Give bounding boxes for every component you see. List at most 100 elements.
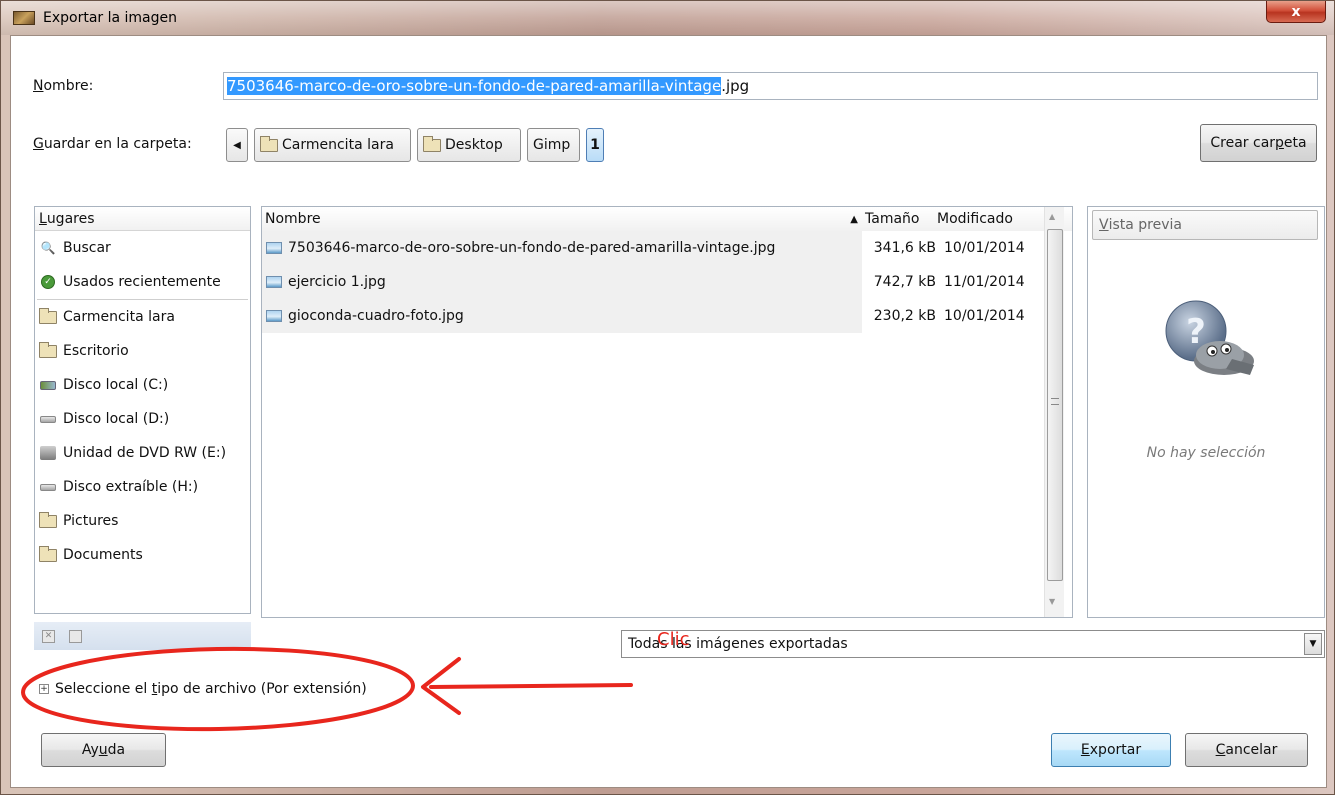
remove-bookmark-icon[interactable] (69, 629, 82, 643)
file-filter-select[interactable]: Todas las imágenes exportadas ▼ (621, 630, 1325, 658)
place-item-recent[interactable]: ✓ Usados recientemente (35, 265, 250, 299)
file-name: ejercicio 1.jpg (288, 274, 386, 290)
breadcrumb-label: Carmencita lara (282, 137, 394, 153)
save-folder-label-rest: uardar en la carpeta: (43, 136, 192, 152)
place-label: Disco local (D:) (63, 411, 170, 427)
create-folder-mnemonic: p (1275, 135, 1284, 151)
file-row[interactable]: 7503646-marco-de-oro-sobre-un-fondo-de-p… (262, 231, 1072, 265)
place-item-extraible-h[interactable]: Disco extraíble (H:) (35, 470, 250, 504)
place-item-documents[interactable]: Documents (35, 538, 250, 572)
folder-icon (260, 135, 278, 152)
column-size-label: Tamaño (865, 211, 920, 227)
expander-label-b: ipo de archivo (Por extensión) (157, 681, 367, 697)
place-item-pictures[interactable]: Pictures (35, 504, 250, 538)
dropdown-arrow-icon[interactable]: ▼ (1304, 633, 1322, 655)
file-row[interactable]: gioconda-cuadro-foto.jpg 230,2 kB 10/01/… (262, 299, 1072, 333)
help-label-a: Ay (81, 742, 99, 758)
preview-mnemonic: V (1099, 217, 1109, 233)
scroll-down-icon[interactable]: ▼ (1049, 597, 1055, 606)
place-item-escritorio[interactable]: Escritorio (35, 334, 250, 368)
place-item-carmencita[interactable]: Carmencita lara (35, 300, 250, 334)
place-label: Carmencita lara (63, 309, 175, 325)
breadcrumb-label: Desktop (445, 137, 503, 153)
scrollbar-thumb[interactable] (1047, 229, 1063, 581)
place-label: Disco extraíble (H:) (63, 479, 199, 495)
file-type-expander-label: Seleccione el tipo de archivo (Por exten… (55, 681, 367, 697)
image-file-icon (266, 276, 282, 288)
expander-label-a: Seleccione el (55, 681, 152, 697)
column-header-modified[interactable]: Modificado (934, 207, 1042, 231)
name-label: Nombre: (33, 78, 93, 94)
add-bookmark-icon[interactable]: ✕ (42, 629, 55, 643)
scroll-up-icon[interactable]: ▲ (1049, 212, 1055, 221)
column-modified-label: Modificado (937, 211, 1013, 227)
recent-icon: ✓ (39, 275, 57, 289)
help-label-b: da (107, 742, 126, 758)
window-title: Exportar la imagen (43, 10, 178, 26)
place-label: Buscar (63, 240, 111, 256)
export-dialog: Exportar la imagen x Nombre: 7503646-mar… (0, 0, 1335, 795)
place-item-buscar[interactable]: 🔍 Buscar (35, 231, 250, 265)
place-item-dvd-e[interactable]: Unidad de DVD RW (E:) (35, 436, 250, 470)
preview-toggle[interactable]: Vista previa (1092, 210, 1318, 240)
cancel-button[interactable]: Cancelar (1185, 733, 1308, 767)
breadcrumb-carmencita[interactable]: Carmencita lara (254, 128, 411, 162)
folder-icon (423, 135, 441, 152)
place-label: Disco local (C:) (63, 377, 169, 393)
save-folder-mnemonic: G (33, 136, 44, 152)
no-selection-text: No hay selección (1146, 445, 1266, 461)
column-header-size[interactable]: Tamaño (862, 207, 934, 231)
file-type-expander[interactable]: + Seleccione el tipo de archivo (Por ext… (39, 681, 367, 697)
create-folder-button[interactable]: Crear carpeta (1200, 124, 1317, 162)
cancel-mnemonic: C (1215, 742, 1226, 758)
file-size: 742,7 kB (873, 274, 936, 290)
image-file-icon (266, 310, 282, 322)
file-name: gioconda-cuadro-foto.jpg (288, 308, 464, 324)
file-row[interactable]: ejercicio 1.jpg 742,7 kB 11/01/2014 (262, 265, 1072, 299)
close-button[interactable]: x (1266, 1, 1326, 23)
search-icon: 🔍 (40, 241, 56, 255)
export-mnemonic: E (1080, 742, 1090, 758)
place-item-disco-d[interactable]: Disco local (D:) (35, 402, 250, 436)
folder-icon (39, 341, 57, 358)
cancel-label: ancelar (1225, 742, 1278, 758)
preview-title-label: ista previa (1108, 217, 1182, 233)
drive-icon (39, 480, 57, 494)
dvd-icon (39, 446, 57, 460)
column-header-name[interactable]: Nombre ▲ (262, 207, 862, 231)
file-modified: 11/01/2014 (944, 274, 1025, 290)
filename-selected-text: 7503646-marco-de-oro-sobre-un-fondo-de-p… (227, 77, 722, 95)
breadcrumb-current-folder[interactable]: 1 (586, 128, 604, 162)
create-folder-label: Crear carpeta (1210, 135, 1306, 151)
chevron-left-icon: ◀ (233, 139, 241, 151)
annotation-clic-label: Clic (657, 629, 690, 650)
filename-input[interactable]: 7503646-marco-de-oro-sobre-un-fondo-de-p… (223, 72, 1318, 100)
folder-icon (39, 545, 57, 562)
file-modified: 10/01/2014 (944, 240, 1025, 256)
breadcrumb-back-button[interactable]: ◀ (226, 128, 248, 162)
places-header[interactable]: Lugares (35, 207, 250, 231)
file-name-cell: ejercicio 1.jpg (262, 265, 862, 299)
name-label-mnemonic: N (33, 78, 44, 94)
dialog-client: Nombre: 7503646-marco-de-oro-sobre-un-fo… (10, 35, 1327, 788)
breadcrumb-desktop[interactable]: Desktop (417, 128, 521, 162)
breadcrumb-gimp[interactable]: Gimp (527, 128, 580, 162)
place-label: Escritorio (63, 343, 129, 359)
file-size: 341,6 kB (873, 240, 936, 256)
folder-icon (39, 307, 57, 324)
place-label: Usados recientemente (63, 274, 221, 290)
create-folder-label-b: eta (1283, 135, 1307, 151)
places-header-label: ugares (46, 210, 95, 227)
create-folder-label-a: Crear car (1210, 135, 1276, 151)
preview-panel: Vista previa ? No hay selección (1087, 206, 1325, 618)
place-item-disco-c[interactable]: Disco local (C:) (35, 368, 250, 402)
folder-icon (39, 511, 57, 528)
export-button[interactable]: Exportar (1051, 733, 1171, 767)
file-list-scrollbar[interactable]: ▲ ▼ (1044, 207, 1064, 617)
gimp-app-icon (13, 11, 35, 25)
places-panel: Lugares 🔍 Buscar ✓ Usados recientemente Ca… (34, 206, 251, 614)
filename-extension: .jpg (721, 77, 750, 95)
image-file-icon (266, 242, 282, 254)
sort-ascending-icon: ▲ (850, 213, 858, 225)
help-button[interactable]: Ay u da (41, 733, 166, 767)
